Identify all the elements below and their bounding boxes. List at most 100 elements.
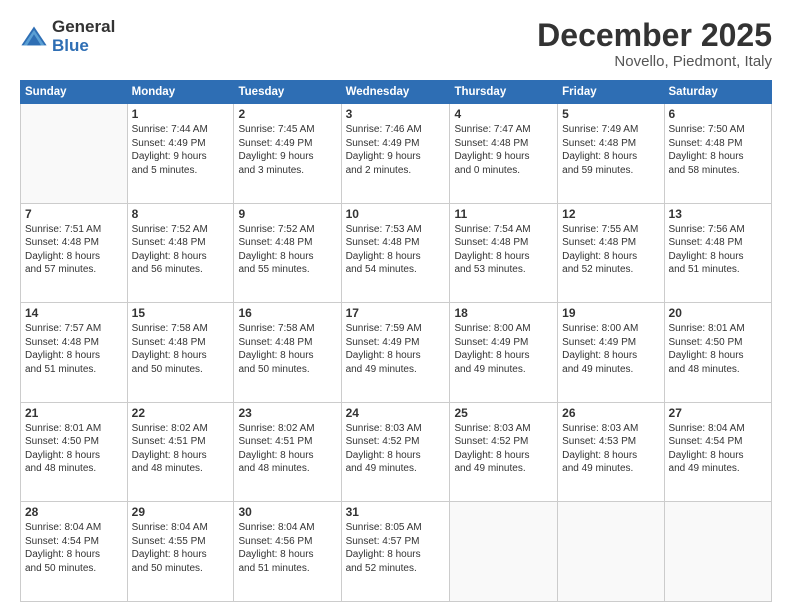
table-row: 30Sunrise: 8:04 AM Sunset: 4:56 PM Dayli… [234,502,341,602]
day-info: Sunrise: 8:03 AM Sunset: 4:53 PM Dayligh… [562,422,659,476]
day-info: Sunrise: 7:55 AM Sunset: 4:48 PM Dayligh… [562,223,659,277]
day-number: 25 [454,406,553,420]
day-info: Sunrise: 8:04 AM Sunset: 4:55 PM Dayligh… [132,521,230,575]
day-info: Sunrise: 7:52 AM Sunset: 4:48 PM Dayligh… [132,223,230,277]
day-info: Sunrise: 8:00 AM Sunset: 4:49 PM Dayligh… [562,322,659,376]
table-row: 7 Sunrise: 7:51 AM Sunset: 4:48 PM Daylig… [21,203,128,303]
day-number: 13 [669,207,767,221]
day-info: Sunrise: 7:45 AM Sunset: 4:49 PM Dayligh… [238,123,336,177]
calendar-table: Sunday Monday Tuesday Wednesday Thursday… [20,80,772,602]
table-row: 13 Sunrise: 7:56 AM Sunset: 4:48 PM Dayli… [664,203,771,303]
table-row: 3 Sunrise: 7:46 AM Sunset: 4:49 PM Daylig… [341,104,450,204]
logo-general-text: General [52,18,115,37]
col-saturday: Saturday [664,81,771,104]
day-number: 3 [346,107,446,121]
table-row: 9 Sunrise: 7:52 AM Sunset: 4:48 PM Daylig… [234,203,341,303]
table-row: 24Sunrise: 8:03 AM Sunset: 4:52 PM Dayli… [341,402,450,502]
day-number: 4 [454,107,553,121]
table-row: 6 Sunrise: 7:50 AM Sunset: 4:48 PM Daylig… [664,104,771,204]
table-row: 26 Sunrise: 8:03 AM Sunset: 4:53 PM Dayli… [558,402,664,502]
table-row [450,502,558,602]
table-row: 14 Sunrise: 7:57 AM Sunset: 4:48 PM Dayli… [21,303,128,403]
day-number: 30 [238,505,336,519]
day-info: Sunrise: 7:56 AM Sunset: 4:48 PM Dayligh… [669,223,767,277]
day-info: Sunrise: 7:58 AM Sunset: 4:48 PM Dayligh… [238,322,336,376]
day-number: 6 [669,107,767,121]
day-info: Sunrise: 8:05 AM Sunset: 4:57 PM Dayligh… [346,521,446,575]
table-row: 1Sunrise: 7:44 AM Sunset: 4:49 PM Daylig… [127,104,234,204]
day-number: 26 [562,406,659,420]
day-number: 2 [238,107,336,121]
day-info: Sunrise: 8:01 AM Sunset: 4:50 PM Dayligh… [669,322,767,376]
col-tuesday: Tuesday [234,81,341,104]
day-info: Sunrise: 8:02 AM Sunset: 4:51 PM Dayligh… [238,422,336,476]
day-info: Sunrise: 7:49 AM Sunset: 4:48 PM Dayligh… [562,123,659,177]
day-number: 14 [25,306,123,320]
table-row: 8 Sunrise: 7:52 AM Sunset: 4:48 PM Daylig… [127,203,234,303]
day-info: Sunrise: 7:50 AM Sunset: 4:48 PM Dayligh… [669,123,767,177]
logo-icon [20,23,48,51]
day-number: 22 [132,406,230,420]
logo-blue-text: Blue [52,37,115,56]
day-number: 19 [562,306,659,320]
table-row: 18 Sunrise: 8:00 AM Sunset: 4:49 PM Dayli… [450,303,558,403]
day-info: Sunrise: 7:51 AM Sunset: 4:48 PM Dayligh… [25,223,123,277]
day-info: Sunrise: 7:46 AM Sunset: 4:49 PM Dayligh… [346,123,446,177]
day-number: 17 [346,306,446,320]
day-number: 8 [132,207,230,221]
day-info: Sunrise: 7:54 AM Sunset: 4:48 PM Dayligh… [454,223,553,277]
day-info: Sunrise: 8:00 AM Sunset: 4:49 PM Dayligh… [454,322,553,376]
day-info: Sunrise: 8:03 AM Sunset: 4:52 PM Dayligh… [454,422,553,476]
table-row: 31 Sunrise: 8:05 AM Sunset: 4:57 PM Dayli… [341,502,450,602]
day-number: 15 [132,306,230,320]
day-number: 29 [132,505,230,519]
table-row: 12Sunrise: 7:55 AM Sunset: 4:48 PM Dayli… [558,203,664,303]
day-number: 28 [25,505,123,519]
day-info: Sunrise: 7:53 AM Sunset: 4:48 PM Dayligh… [346,223,446,277]
table-row: 20 Sunrise: 8:01 AM Sunset: 4:50 PM Dayli… [664,303,771,403]
title-block: December 2025 Novello, Piedmont, Italy [537,18,772,70]
month-title: December 2025 [537,18,772,53]
table-row [21,104,128,204]
table-row: 25 Sunrise: 8:03 AM Sunset: 4:52 PM Dayli… [450,402,558,502]
header-row: Sunday Monday Tuesday Wednesday Thursday… [21,81,772,104]
day-number: 10 [346,207,446,221]
table-row: 2 Sunrise: 7:45 AM Sunset: 4:49 PM Daylig… [234,104,341,204]
table-row: 10 Sunrise: 7:53 AM Sunset: 4:48 PM Dayli… [341,203,450,303]
table-row: 29 Sunrise: 8:04 AM Sunset: 4:55 PM Dayli… [127,502,234,602]
page: General Blue December 2025 Novello, Pied… [0,0,792,612]
table-row: 17 Sunrise: 7:59 AM Sunset: 4:49 PM Dayli… [341,303,450,403]
day-number: 18 [454,306,553,320]
calendar-header: Sunday Monday Tuesday Wednesday Thursday… [21,81,772,104]
calendar-week-row: 21 Sunrise: 8:01 AM Sunset: 4:50 PM Dayli… [21,402,772,502]
day-number: 21 [25,406,123,420]
day-number: 20 [669,306,767,320]
col-thursday: Thursday [450,81,558,104]
day-number: 7 [25,207,123,221]
day-number: 9 [238,207,336,221]
day-info: Sunrise: 7:44 AM Sunset: 4:49 PM Dayligh… [132,123,230,177]
day-info: Sunrise: 7:57 AM Sunset: 4:48 PM Dayligh… [25,322,123,376]
logo: General Blue [20,18,115,55]
day-info: Sunrise: 8:04 AM Sunset: 4:54 PM Dayligh… [669,422,767,476]
day-info: Sunrise: 8:03 AM Sunset: 4:52 PM Dayligh… [346,422,446,476]
calendar-week-row: 14 Sunrise: 7:57 AM Sunset: 4:48 PM Dayli… [21,303,772,403]
day-number: 23 [238,406,336,420]
day-info: Sunrise: 7:59 AM Sunset: 4:49 PM Dayligh… [346,322,446,376]
calendar-body: 1Sunrise: 7:44 AM Sunset: 4:49 PM Daylig… [21,104,772,602]
day-info: Sunrise: 8:04 AM Sunset: 4:54 PM Dayligh… [25,521,123,575]
calendar-week-row: 28 Sunrise: 8:04 AM Sunset: 4:54 PM Dayli… [21,502,772,602]
table-row: 16Sunrise: 7:58 AM Sunset: 4:48 PM Dayli… [234,303,341,403]
day-number: 31 [346,505,446,519]
table-row [664,502,771,602]
day-info: Sunrise: 8:01 AM Sunset: 4:50 PM Dayligh… [25,422,123,476]
table-row: 22Sunrise: 8:02 AM Sunset: 4:51 PM Dayli… [127,402,234,502]
day-info: Sunrise: 7:47 AM Sunset: 4:48 PM Dayligh… [454,123,553,177]
table-row: 11Sunrise: 7:54 AM Sunset: 4:48 PM Dayli… [450,203,558,303]
col-sunday: Sunday [21,81,128,104]
day-info: Sunrise: 7:52 AM Sunset: 4:48 PM Dayligh… [238,223,336,277]
table-row: 15Sunrise: 7:58 AM Sunset: 4:48 PM Dayli… [127,303,234,403]
col-friday: Friday [558,81,664,104]
table-row: 27Sunrise: 8:04 AM Sunset: 4:54 PM Dayli… [664,402,771,502]
table-row [558,502,664,602]
